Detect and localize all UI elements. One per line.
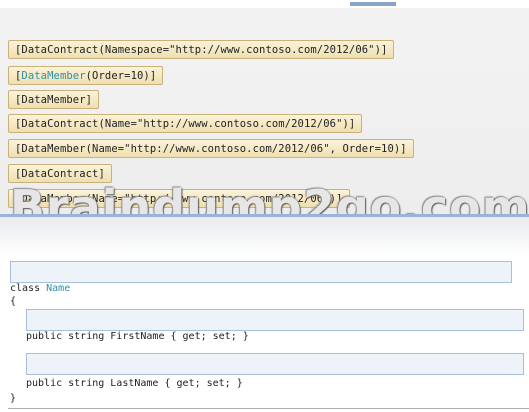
bottom-border: [8, 408, 529, 409]
attribute-tile-datamember-name[interactable]: [DataMember(Name="http://www.contoso.com…: [8, 189, 350, 208]
drop-target-last-name[interactable]: [26, 353, 524, 375]
class-declaration: class Name: [10, 283, 70, 295]
attribute-tile-datamember-name-order[interactable]: [DataMember(Name="http://www.contoso.com…: [8, 139, 414, 158]
attribute-tile-datamember-order[interactable]: [DataMember(Order=10)]: [8, 66, 164, 85]
attribute-tile-datacontract[interactable]: [DataContract]: [8, 164, 112, 183]
top-strip: [0, 0, 529, 8]
drop-target-first-name[interactable]: [26, 309, 524, 331]
tile-arguments: (Order=10)]: [85, 70, 157, 82]
attribute-tile-datamember[interactable]: [DataMember]: [8, 90, 100, 109]
open-brace: {: [10, 296, 17, 307]
splitter-grip-icon[interactable]: [350, 2, 396, 6]
palette-header: [0, 8, 529, 38]
first-name-property: public string FirstName { get; set; }: [26, 331, 249, 342]
tile-keyword: DataMember: [21, 70, 86, 82]
attribute-tile-datacontract-namespace[interactable]: [DataContract(Namespace="http://www.cont…: [8, 40, 395, 59]
last-name-property: public string LastName { get; set; }: [26, 378, 243, 389]
class-name: Name: [46, 283, 71, 294]
class-keyword: class: [10, 283, 41, 294]
close-brace: }: [10, 393, 17, 404]
attribute-tile-datacontract-name[interactable]: [DataContract(Name="http://www.contoso.c…: [8, 114, 363, 133]
drop-target-class[interactable]: [10, 261, 512, 283]
